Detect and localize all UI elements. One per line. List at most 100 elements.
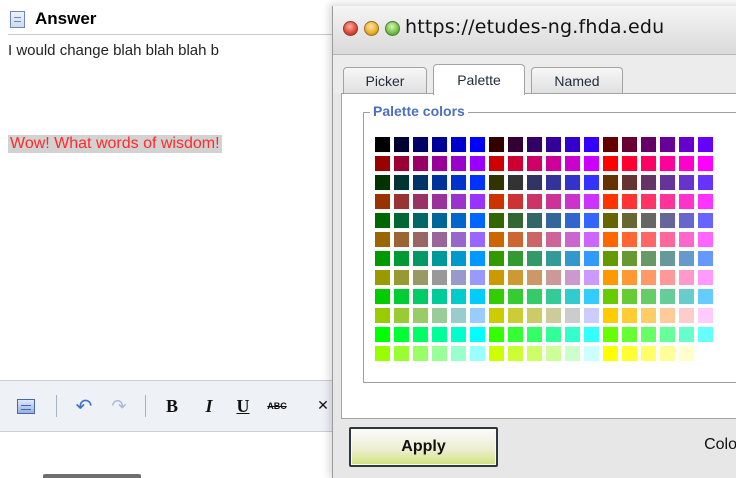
palette-swatch[interactable] <box>603 289 619 305</box>
palette-swatch[interactable] <box>660 346 676 362</box>
palette-swatch[interactable] <box>451 175 467 191</box>
palette-swatch[interactable] <box>679 270 695 286</box>
palette-swatch[interactable] <box>451 289 467 305</box>
palette-swatch[interactable] <box>622 251 638 267</box>
palette-swatch[interactable] <box>584 156 600 172</box>
palette-swatch[interactable] <box>413 232 429 248</box>
palette-swatch[interactable] <box>660 232 676 248</box>
palette-swatch[interactable] <box>622 327 638 343</box>
palette-swatch[interactable] <box>527 137 543 153</box>
palette-swatch[interactable] <box>470 346 486 362</box>
palette-swatch[interactable] <box>603 270 619 286</box>
palette-swatch[interactable] <box>527 213 543 229</box>
palette-swatch[interactable] <box>584 213 600 229</box>
palette-swatch[interactable] <box>508 194 524 210</box>
palette-swatch[interactable] <box>527 289 543 305</box>
palette-swatch[interactable] <box>698 308 714 324</box>
palette-swatch[interactable] <box>375 289 391 305</box>
source-button[interactable] <box>16 395 36 417</box>
palette-swatch[interactable] <box>470 175 486 191</box>
palette-swatch[interactable] <box>508 346 524 362</box>
palette-swatch[interactable] <box>489 194 505 210</box>
palette-swatch[interactable] <box>451 232 467 248</box>
redo-button[interactable]: ↷ <box>109 395 129 417</box>
palette-swatch[interactable] <box>546 289 562 305</box>
window-close-icon[interactable] <box>343 21 358 36</box>
palette-swatch[interactable] <box>508 308 524 324</box>
palette-swatch[interactable] <box>584 175 600 191</box>
palette-swatch[interactable] <box>489 175 505 191</box>
palette-swatch[interactable] <box>508 251 524 267</box>
palette-swatch[interactable] <box>565 270 581 286</box>
palette-swatch[interactable] <box>641 308 657 324</box>
palette-swatch[interactable] <box>660 156 676 172</box>
palette-swatch[interactable] <box>470 289 486 305</box>
palette-swatch[interactable] <box>375 137 391 153</box>
palette-swatch[interactable] <box>489 289 505 305</box>
palette-swatch[interactable] <box>375 251 391 267</box>
palette-swatch[interactable] <box>470 270 486 286</box>
palette-swatch[interactable] <box>527 346 543 362</box>
palette-swatch[interactable] <box>565 327 581 343</box>
palette-swatch[interactable] <box>546 156 562 172</box>
palette-swatch[interactable] <box>451 308 467 324</box>
palette-swatch[interactable] <box>451 137 467 153</box>
palette-swatch[interactable] <box>603 232 619 248</box>
palette-swatch[interactable] <box>546 327 562 343</box>
palette-swatch[interactable] <box>394 251 410 267</box>
palette-swatch[interactable] <box>565 308 581 324</box>
palette-swatch[interactable] <box>432 289 448 305</box>
palette-swatch[interactable] <box>698 137 714 153</box>
palette-swatch[interactable] <box>603 327 619 343</box>
palette-swatch[interactable] <box>413 251 429 267</box>
palette-swatch[interactable] <box>622 137 638 153</box>
palette-swatch[interactable] <box>679 232 695 248</box>
palette-swatch[interactable] <box>546 232 562 248</box>
palette-swatch[interactable] <box>394 137 410 153</box>
palette-swatch[interactable] <box>394 308 410 324</box>
palette-swatch[interactable] <box>413 289 429 305</box>
palette-swatch[interactable] <box>470 308 486 324</box>
palette-swatch[interactable] <box>565 156 581 172</box>
palette-swatch[interactable] <box>432 327 448 343</box>
palette-swatch[interactable] <box>489 213 505 229</box>
palette-swatch[interactable] <box>584 346 600 362</box>
palette-swatch[interactable] <box>489 251 505 267</box>
palette-swatch[interactable] <box>508 232 524 248</box>
palette-swatch[interactable] <box>527 156 543 172</box>
palette-swatch[interactable] <box>527 270 543 286</box>
palette-swatch[interactable] <box>375 346 391 362</box>
palette-swatch[interactable] <box>451 251 467 267</box>
palette-swatch[interactable] <box>622 308 638 324</box>
palette-swatch[interactable] <box>451 156 467 172</box>
palette-swatch[interactable] <box>698 289 714 305</box>
palette-swatch[interactable] <box>679 308 695 324</box>
apply-button[interactable]: Apply <box>349 427 498 467</box>
palette-swatch[interactable] <box>489 346 505 362</box>
answer-text-line-1[interactable]: I would change blah blah blah b <box>8 42 219 59</box>
strikethrough-button[interactable]: ABC <box>265 395 289 417</box>
palette-swatch[interactable] <box>622 213 638 229</box>
palette-swatch[interactable] <box>508 289 524 305</box>
palette-swatch[interactable] <box>527 327 543 343</box>
palette-swatch[interactable] <box>394 156 410 172</box>
palette-swatch[interactable] <box>489 156 505 172</box>
palette-swatch[interactable] <box>622 232 638 248</box>
palette-swatch[interactable] <box>565 194 581 210</box>
palette-swatch[interactable] <box>641 213 657 229</box>
palette-swatch[interactable] <box>394 175 410 191</box>
palette-swatch[interactable] <box>375 156 391 172</box>
palette-swatch[interactable] <box>394 213 410 229</box>
palette-swatch[interactable] <box>698 175 714 191</box>
palette-swatch[interactable] <box>470 251 486 267</box>
palette-swatch[interactable] <box>603 175 619 191</box>
tab-picker[interactable]: Picker <box>343 67 427 94</box>
palette-swatch[interactable] <box>394 346 410 362</box>
palette-swatch[interactable] <box>413 156 429 172</box>
palette-swatch[interactable] <box>375 194 391 210</box>
palette-swatch[interactable] <box>432 346 448 362</box>
palette-swatch[interactable] <box>641 251 657 267</box>
palette-swatch[interactable] <box>584 270 600 286</box>
palette-swatch[interactable] <box>413 213 429 229</box>
palette-swatch[interactable] <box>641 175 657 191</box>
